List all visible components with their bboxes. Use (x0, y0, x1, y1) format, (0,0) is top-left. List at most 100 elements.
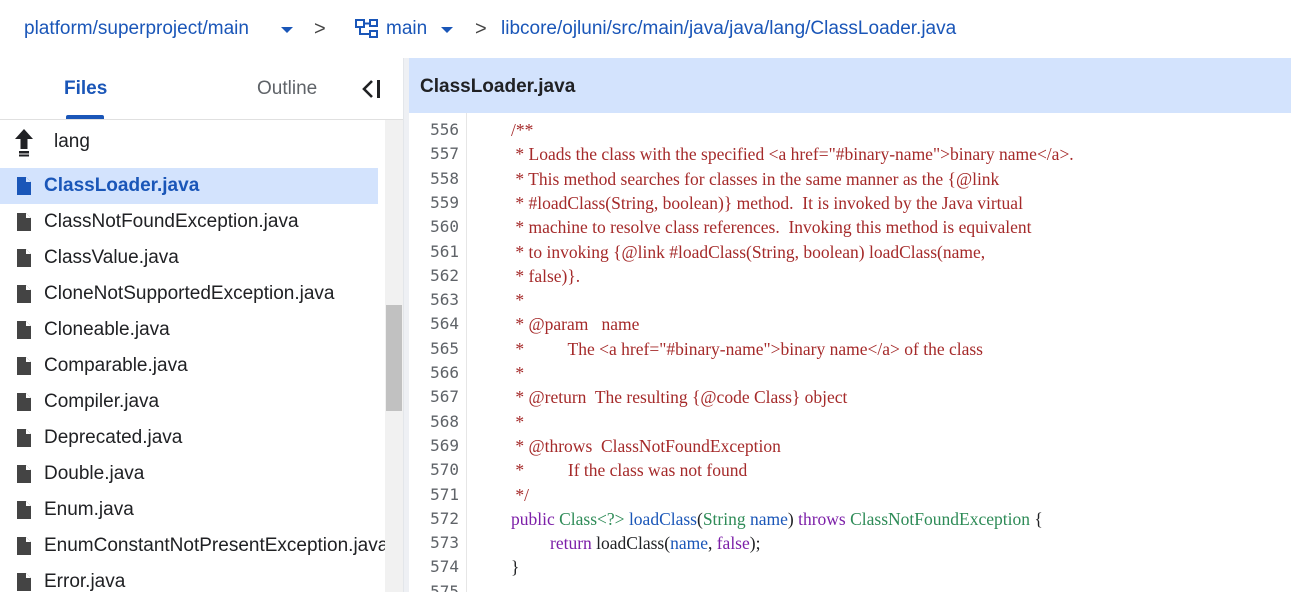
code-line: * @return The resulting {@code Class} ob… (511, 387, 848, 408)
line-number[interactable]: 559 (409, 191, 459, 215)
code-line: * false)}. (511, 265, 581, 286)
code-line: /** (511, 120, 534, 140)
code-line: * @throws ClassNotFoundException (511, 435, 781, 456)
line-number[interactable]: 562 (409, 264, 459, 288)
code-line: * This method searches for classes in th… (511, 168, 1000, 189)
punctuation: , (707, 533, 717, 554)
line-number[interactable]: 575 (409, 580, 459, 592)
breadcrumb-project[interactable]: platform/superproject/main (24, 17, 249, 41)
file-item[interactable]: Deprecated.java (0, 420, 378, 456)
line-number[interactable]: 557 (409, 142, 459, 166)
file-icon (17, 465, 31, 483)
line-number[interactable]: 565 (409, 337, 459, 361)
file-label: ClassValue.java (44, 247, 179, 268)
line-number[interactable]: 568 (409, 410, 459, 434)
active-tab-indicator (66, 115, 104, 119)
breadcrumb: platform/superproject/main > main > libc… (0, 0, 1291, 58)
line-number[interactable]: 571 (409, 483, 459, 507)
file-label: Comparable.java (44, 355, 188, 376)
file-item[interactable]: ClassLoader.java (0, 168, 378, 204)
file-item[interactable]: ClassValue.java (0, 240, 378, 276)
file-label: ClassNotFoundException.java (44, 211, 299, 232)
keyword: return (550, 533, 592, 554)
file-icon (17, 177, 31, 195)
file-icon (17, 285, 31, 303)
code-line: * Loads the class with the specified <a … (511, 144, 1074, 165)
code-line: * (511, 290, 525, 311)
code-line: } (511, 557, 520, 578)
type-name: String (702, 508, 746, 529)
file-icon (17, 573, 31, 591)
line-number[interactable]: 563 (409, 288, 459, 312)
line-number[interactable]: 570 (409, 458, 459, 482)
line-number[interactable]: 556 (409, 118, 459, 142)
line-number[interactable]: 560 (409, 215, 459, 239)
file-label: EnumConstantNotPresentException.java (44, 535, 385, 556)
code-line: * The <a href="#binary-name">binary name… (511, 338, 983, 359)
line-number[interactable]: 567 (409, 385, 459, 409)
breadcrumb-branch[interactable]: main (386, 17, 427, 41)
breadcrumb-separator: > (475, 18, 487, 40)
code-line: public Class<?> loadClass(String name) t… (511, 507, 1043, 531)
file-label: Double.java (44, 463, 145, 484)
line-number[interactable]: 558 (409, 167, 459, 191)
line-number[interactable]: 569 (409, 434, 459, 458)
file-icon (17, 249, 31, 267)
argument: name (670, 533, 708, 554)
file-label: ClassLoader.java (44, 175, 200, 196)
chevron-down-icon[interactable] (281, 27, 293, 33)
file-icon (17, 213, 31, 231)
file-item[interactable]: EnumConstantNotPresentException.java (0, 528, 385, 564)
file-icon (17, 501, 31, 519)
code-line: * (511, 363, 525, 383)
parent-directory-item[interactable]: lang (0, 124, 378, 160)
file-item[interactable]: Double.java (0, 456, 378, 492)
file-icon (17, 537, 31, 555)
literal: false (716, 533, 750, 554)
punctuation: ) (787, 508, 794, 529)
breadcrumb-path[interactable]: libcore/ojluni/src/main/java/java/lang/C… (501, 17, 956, 41)
file-list: lang ClassLoader.java ClassNotFoundExcep… (0, 120, 385, 592)
code-line: * If the class was not found (511, 460, 748, 481)
keyword: public (511, 508, 555, 529)
code-line: return loadClass(name, false); (550, 531, 760, 555)
file-label: CloneNotSupportedException.java (44, 283, 335, 304)
code-line: */ (511, 484, 529, 505)
line-number[interactable]: 574 (409, 555, 459, 579)
code-line: * #loadClass(String, boolean)} method. I… (511, 192, 1023, 213)
line-number[interactable]: 561 (409, 240, 459, 264)
code-viewer: ClassLoader.java 556 557 558 559 560 561… (409, 58, 1291, 592)
file-item[interactable]: Enum.java (0, 492, 378, 528)
file-item[interactable]: Comparable.java (0, 348, 378, 384)
file-icon (17, 393, 31, 411)
line-number-gutter: 556 557 558 559 560 561 562 563 564 565 … (409, 113, 467, 592)
file-label: Deprecated.java (44, 427, 183, 448)
file-icon (17, 321, 31, 339)
file-label: Compiler.java (44, 391, 160, 412)
code-line: * (511, 411, 525, 432)
collapse-panel-icon[interactable] (360, 77, 386, 101)
type-name: ClassNotFoundException (850, 508, 1030, 529)
parent-directory-label: lang (54, 131, 90, 152)
file-item[interactable]: ClassNotFoundException.java (0, 204, 378, 240)
tab-files[interactable]: Files (64, 77, 107, 101)
punctuation: { (1034, 508, 1043, 529)
keyword: throws (798, 508, 846, 529)
line-number[interactable]: 573 (409, 531, 459, 555)
sidebar-tabs: Files Outline (0, 58, 403, 120)
file-item[interactable]: Compiler.java (0, 384, 378, 420)
chevron-down-icon[interactable] (441, 27, 453, 33)
tab-outline[interactable]: Outline (257, 77, 317, 101)
file-item[interactable]: CloneNotSupportedException.java (0, 276, 378, 312)
scrollbar-thumb[interactable] (386, 305, 402, 411)
file-item[interactable]: Cloneable.java (0, 312, 378, 348)
code-file-title: ClassLoader.java (420, 76, 576, 97)
code-line: * machine to resolve class references. I… (511, 217, 1032, 238)
type-name: Class<?> (559, 508, 625, 529)
punctuation: ); (749, 533, 761, 554)
file-item[interactable]: Error.java (0, 564, 378, 592)
file-label: Enum.java (44, 499, 134, 520)
line-number[interactable]: 572 (409, 507, 459, 531)
line-number[interactable]: 566 (409, 361, 459, 385)
line-number[interactable]: 564 (409, 312, 459, 336)
